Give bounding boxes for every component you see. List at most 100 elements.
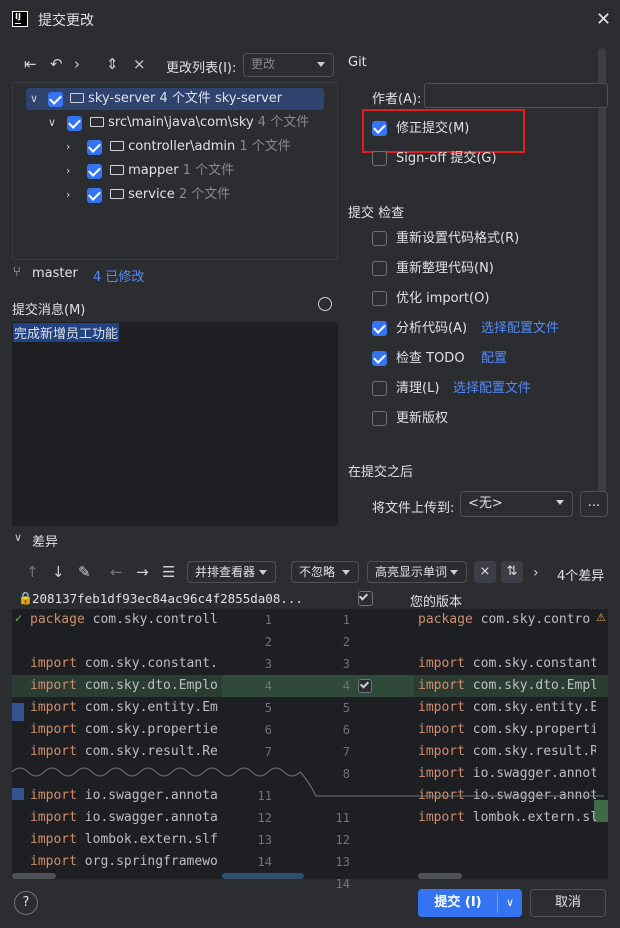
lock-icon: 🔒: [18, 591, 33, 605]
commit-button[interactable]: 提交 (I): [418, 889, 498, 917]
amend-label: 修正提交(M): [396, 121, 470, 136]
left-code-pane[interactable]: package com.sky.controll import com.sky.c…: [30, 609, 220, 873]
left-change-marker: [12, 703, 24, 721]
analyze-checkbox[interactable]: [372, 321, 387, 336]
service-checkbox[interactable]: [87, 188, 102, 203]
cleanup-checkbox[interactable]: [372, 381, 387, 396]
tree-root-module: sky-server: [214, 91, 283, 106]
todo-config-link[interactable]: 配置: [481, 349, 507, 369]
gutter-hscrollbar[interactable]: [222, 873, 304, 879]
highlight-dropdown[interactable]: 高亮显示单词: [367, 561, 467, 583]
right-code-line: [418, 631, 596, 653]
collapse-icon[interactable]: ⨯: [133, 55, 146, 73]
tree-item-service[interactable]: ›: [66, 183, 70, 207]
previous-diff-icon[interactable]: ↑: [26, 563, 39, 581]
sync-scroll-icon[interactable]: ⇅: [501, 561, 523, 583]
cancel-button[interactable]: 取消: [530, 889, 606, 917]
window-title: 提交更改: [38, 13, 94, 29]
intellij-logo-icon: IJ: [12, 11, 28, 27]
code-text: org.springframewo: [76, 854, 218, 869]
reformat-checkbox[interactable]: [372, 231, 387, 246]
tree-item-controller[interactable]: ›: [66, 135, 70, 159]
changelist-dropdown[interactable]: 更改: [243, 53, 334, 77]
cleanup-profile-link[interactable]: 选择配置文件: [453, 379, 531, 399]
rearrange-checkbox[interactable]: [372, 261, 387, 276]
tree-root-row[interactable]: ∨: [30, 87, 38, 111]
left-code-line: package com.sky.controll: [30, 609, 220, 631]
right-panel-scrollbar[interactable]: [598, 48, 606, 500]
code-text: com.sky.result.Re: [76, 744, 218, 759]
history-icon[interactable]: [318, 297, 332, 311]
viewer-dropdown[interactable]: 并排查看器: [187, 561, 276, 583]
rollback-icon[interactable]: ↶: [50, 55, 63, 73]
upload-label: 将文件上传到:: [372, 501, 455, 516]
analyze-profile-link[interactable]: 选择配置文件: [481, 319, 559, 339]
modified-count-link[interactable]: 4 已修改: [93, 266, 144, 285]
service-name: service: [128, 187, 175, 202]
module-icon: [70, 93, 84, 103]
copyright-checkbox[interactable]: [372, 411, 387, 426]
diff-count: 4个差异: [557, 569, 605, 584]
tree-item-mapper[interactable]: ›: [66, 159, 70, 183]
chevron-right-icon: ›: [66, 188, 71, 201]
close-icon[interactable]: ✕: [596, 9, 611, 30]
next-diff-icon[interactable]: ↓: [52, 563, 65, 581]
chevron-right-icon[interactable]: ›: [74, 55, 80, 73]
chevron-right-icon[interactable]: ›: [533, 565, 539, 581]
document-icon[interactable]: ☰: [162, 563, 175, 581]
collapse-unchanged-icon[interactable]: ⨯: [474, 561, 496, 583]
mapper-checkbox[interactable]: [87, 164, 102, 179]
next-file-icon[interactable]: →: [136, 563, 149, 581]
commit-message-editor[interactable]: [12, 322, 338, 526]
todo-checkbox[interactable]: [372, 351, 387, 366]
checks-section-label: 提交 检查: [348, 206, 405, 221]
optimize-imports-checkbox[interactable]: [372, 291, 387, 306]
right-line-number: 5: [342, 701, 350, 715]
diff-section-label: 差异: [32, 535, 59, 550]
keyword: package: [30, 612, 85, 627]
keyword: import: [418, 656, 465, 671]
warning-icon: ⚠: [596, 611, 606, 624]
right-line-number: 3: [342, 657, 350, 671]
keyword: import: [30, 832, 77, 847]
expand-all-icon[interactable]: ⇕: [106, 55, 119, 73]
chevron-down-icon[interactable]: ∨: [498, 889, 522, 917]
commit-message-label: 提交消息(M): [12, 303, 86, 318]
author-input[interactable]: [424, 83, 608, 108]
left-hscrollbar[interactable]: [12, 873, 56, 879]
left-revision-title: 208137feb1df93ec84ac96c4f2855da08...: [32, 591, 303, 606]
tree-root-checkbox[interactable]: [48, 92, 63, 107]
chevron-down-icon[interactable]: ∨: [14, 531, 22, 544]
upload-dropdown[interactable]: <无>: [460, 491, 573, 517]
right-code-line: import com.sky.constant.: [418, 653, 596, 675]
right-hscrollbar[interactable]: [418, 873, 462, 879]
upload-more-button[interactable]: ...: [580, 491, 608, 517]
tree-path-row[interactable]: ∨: [48, 111, 56, 135]
help-button[interactable]: ?: [14, 891, 38, 915]
keyword: import: [30, 810, 77, 825]
diff-gutter: [222, 609, 414, 879]
previous-file-icon[interactable]: ←: [110, 563, 123, 581]
ignore-dropdown[interactable]: 不忽略: [291, 561, 359, 583]
chevron-down-icon: ∨: [30, 92, 39, 105]
code-text: lombok.extern.slf: [464, 810, 596, 825]
code-text: com.sky.controll: [84, 612, 218, 627]
collapse-all-icon[interactable]: ⇤: [24, 55, 37, 73]
code-text: com.sky.propertie: [76, 722, 218, 737]
right-code-line: import lombok.extern.slf: [418, 807, 596, 829]
left-line-number: 14: [257, 855, 272, 869]
edit-icon[interactable]: ✎: [78, 563, 91, 581]
folder-icon: [90, 117, 104, 127]
tree-path-checkbox[interactable]: [67, 116, 82, 131]
controller-checkbox[interactable]: [87, 140, 102, 155]
left-code-line: import org.springframewo: [30, 851, 220, 873]
right-line-number: 14: [335, 877, 350, 891]
amend-checkbox[interactable]: [372, 121, 387, 136]
inspection-ok-icon: ✓: [14, 612, 24, 625]
optimize-imports-label: 优化 import(O): [396, 291, 490, 306]
controller-count: 1 个文件: [239, 139, 291, 154]
collapsed-lines-wave: [12, 767, 604, 797]
right-code-line: import com.sky.propertie: [418, 719, 596, 741]
signoff-checkbox[interactable]: [372, 151, 387, 166]
right-code-line: import com.sky.entity.Em: [418, 697, 596, 719]
